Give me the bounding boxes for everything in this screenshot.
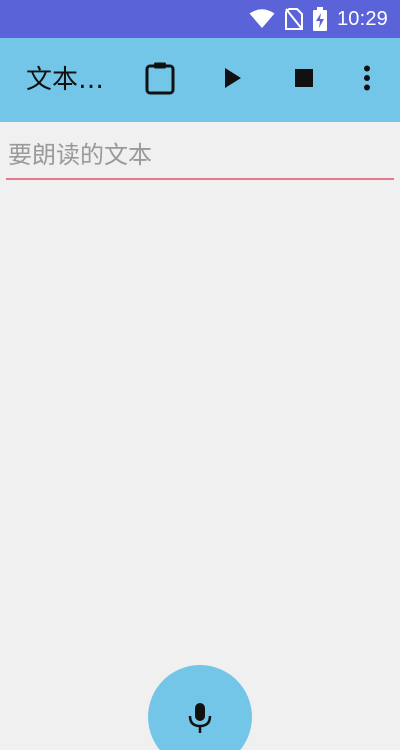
text-input-container <box>6 134 394 180</box>
voice-input-button[interactable] <box>148 665 252 750</box>
stop-button[interactable] <box>280 38 328 122</box>
app-screen: 10:29 文本… <box>0 0 400 750</box>
play-button[interactable] <box>209 38 257 122</box>
paste-button[interactable] <box>136 38 184 122</box>
clipboard-icon <box>145 61 175 99</box>
toolbar-title: 文本… <box>26 65 105 95</box>
battery-charging-icon <box>312 7 327 31</box>
wifi-icon <box>249 9 275 29</box>
input-underline <box>6 178 394 180</box>
stop-icon <box>295 69 313 91</box>
play-icon <box>223 67 243 93</box>
no-sim-icon <box>284 8 303 30</box>
more-vert-icon <box>363 65 371 95</box>
microphone-icon <box>188 703 212 737</box>
app-toolbar: 文本… <box>0 38 400 122</box>
text-to-speak-input[interactable] <box>6 134 394 176</box>
more-options-button[interactable] <box>343 38 391 122</box>
status-bar: 10:29 <box>0 0 400 38</box>
status-time: 10:29 <box>336 7 388 30</box>
